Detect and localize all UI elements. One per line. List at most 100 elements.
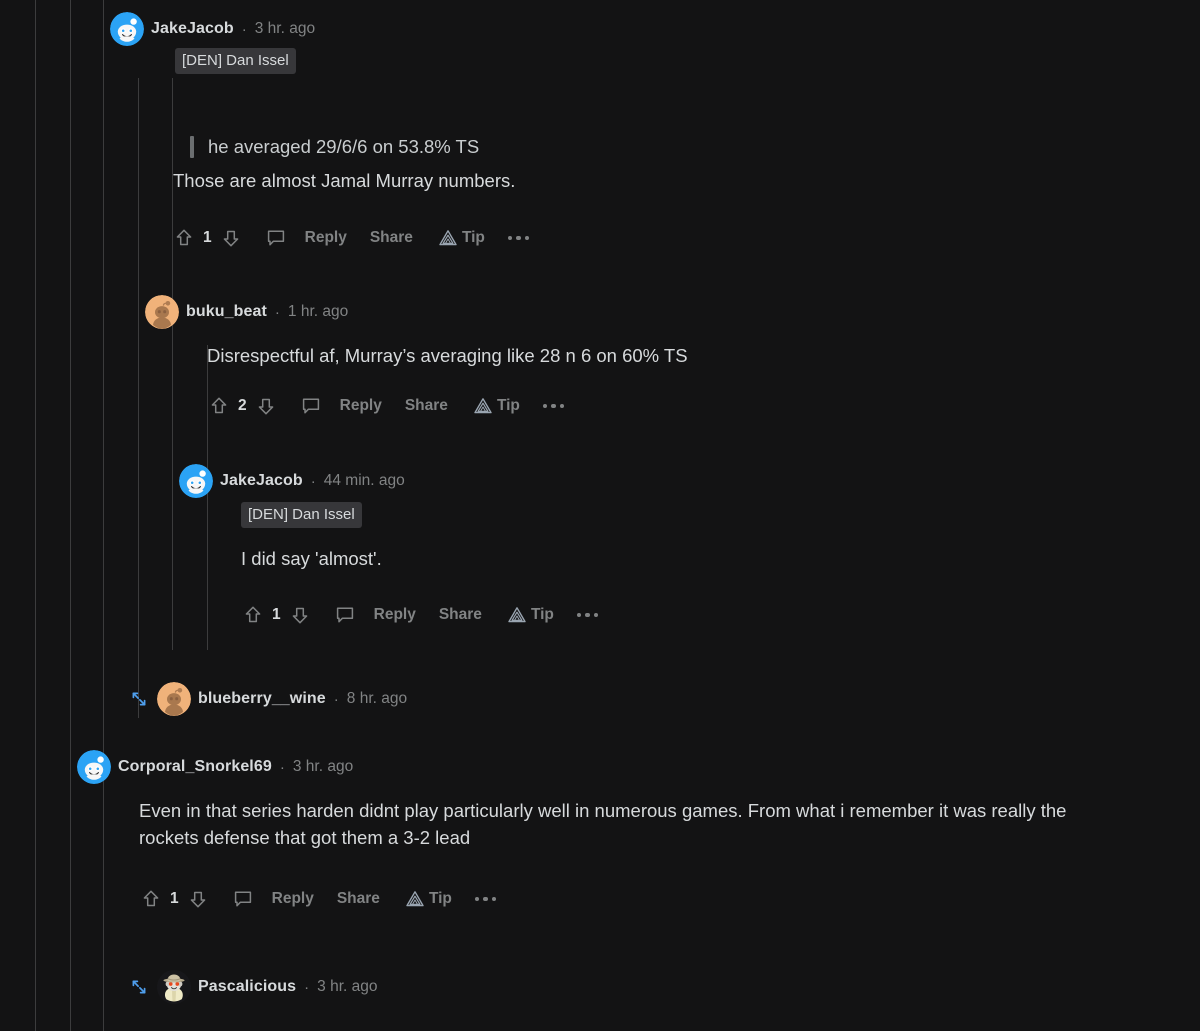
avatar[interactable] <box>110 12 144 46</box>
expand-comment-button[interactable] <box>128 688 150 710</box>
downvote-arrow-icon <box>190 891 205 908</box>
comment-thread-item: JakeJacob · 3 hr. ago [DEN] Dan Issel he… <box>110 12 1170 247</box>
comment-action-bar: 1 Reply Share Tip <box>172 224 530 252</box>
comment-author[interactable]: Corporal_Snorkel69 <box>118 758 272 776</box>
comment-author[interactable]: blueberry__wine <box>198 690 326 708</box>
separator: · <box>274 303 280 321</box>
overflow-dot <box>491 896 497 902</box>
comment-bubble-icon <box>267 230 284 246</box>
comment-timestamp: 3 hr. ago <box>254 20 316 37</box>
tip-triangle-icon <box>474 398 492 414</box>
overflow-dot <box>507 235 513 241</box>
reply-label[interactable]: Reply <box>272 890 314 908</box>
reply-label[interactable]: Reply <box>374 606 416 624</box>
vote-count: 2 <box>238 397 247 414</box>
comment-author[interactable]: buku_beat <box>186 303 267 321</box>
author-flair[interactable]: [DEN] Dan Issel <box>175 48 296 74</box>
overflow-menu-button[interactable] <box>542 403 565 409</box>
expand-comment-button[interactable] <box>128 976 150 998</box>
comment-bubble-icon <box>302 398 319 414</box>
snoo-fedora-hat-icon <box>157 970 191 1004</box>
comment-thread-item-collapsed[interactable]: blueberry__wine · 8 hr. ago <box>128 682 407 716</box>
separator: · <box>304 978 310 996</box>
thread-line-depth-2[interactable] <box>103 0 104 1031</box>
tip-label: Tip <box>428 890 452 907</box>
downvote-button[interactable] <box>254 394 278 418</box>
overflow-menu-button[interactable] <box>576 612 599 618</box>
overflow-menu-button[interactable] <box>474 896 497 902</box>
tip-triangle-icon <box>406 891 424 907</box>
tip-button[interactable]: Tip <box>505 603 554 627</box>
share-button[interactable]: Share <box>439 606 482 624</box>
overflow-dot <box>524 235 530 241</box>
downvote-button[interactable] <box>186 887 210 911</box>
comment-action-bar: 2 Reply Share Tip <box>207 392 565 420</box>
thread-line-depth-0[interactable] <box>35 0 36 1031</box>
comment-timestamp: 1 hr. ago <box>287 303 349 320</box>
downvote-button[interactable] <box>288 603 312 627</box>
comment-reply-button[interactable] <box>299 394 323 418</box>
comment-author[interactable]: JakeJacob <box>220 472 303 490</box>
avatar[interactable] <box>145 295 179 329</box>
comment-thread-item: JakeJacob · 44 min. ago [DEN] Dan Issel … <box>179 464 1169 624</box>
comment-bubble-icon <box>234 891 251 907</box>
comment-blockquote: he averaged 29/6/6 on 53.8% TS <box>190 134 1108 160</box>
upvote-button[interactable] <box>207 394 231 418</box>
comment-reply-button[interactable] <box>231 887 255 911</box>
reply-label[interactable]: Reply <box>305 229 347 247</box>
comment-thread-item: buku_beat · 1 hr. ago Disrespectful af, … <box>145 295 1165 415</box>
upvote-button[interactable] <box>139 887 163 911</box>
comment-action-bar: 1 Reply Share Tip <box>241 601 599 629</box>
comment-body: I did say 'almost'. <box>241 548 382 569</box>
comment-author[interactable]: Pascalicious <box>198 978 296 996</box>
author-flair-wrap: [DEN] Dan Issel <box>241 502 362 528</box>
comment-header: JakeJacob · 44 min. ago <box>179 464 1169 498</box>
comment-body: Disrespectful af, Murray’s averaging lik… <box>207 345 688 366</box>
overflow-menu-button[interactable] <box>507 235 530 241</box>
tip-label: Tip <box>530 606 554 623</box>
upvote-arrow-icon <box>176 229 192 246</box>
tip-triangle-icon <box>439 230 457 246</box>
upvote-arrow-icon <box>245 606 261 623</box>
reply-label[interactable]: Reply <box>340 397 382 415</box>
comment-body: Even in that series harden didnt play pa… <box>139 800 1072 848</box>
overflow-dot <box>516 235 521 241</box>
author-flair-wrap: [DEN] Dan Issel <box>175 48 296 74</box>
share-button[interactable]: Share <box>370 229 413 247</box>
overflow-dot <box>559 403 565 409</box>
downvote-arrow-icon <box>292 607 307 624</box>
comment-action-bar: 1 Reply Share Tip <box>139 885 497 913</box>
share-button[interactable]: Share <box>405 397 448 415</box>
comment-thread-item: Corporal_Snorkel69 · 3 hr. ago Even in t… <box>77 750 1167 908</box>
comment-thread-item-collapsed[interactable]: Pascalicious · 3 hr. ago <box>128 970 377 1004</box>
separator: · <box>279 758 285 776</box>
snoo-blue-helmet-icon <box>179 464 213 498</box>
vote-count: 1 <box>170 890 179 907</box>
overflow-dot <box>576 612 582 618</box>
overflow-dot <box>593 612 599 618</box>
comment-reply-button[interactable] <box>333 603 357 627</box>
comment-author[interactable]: JakeJacob <box>151 20 234 38</box>
tip-button[interactable]: Tip <box>471 394 520 418</box>
tip-label: Tip <box>461 229 485 246</box>
comment-header: buku_beat · 1 hr. ago <box>145 295 1165 329</box>
downvote-button[interactable] <box>219 226 243 250</box>
avatar[interactable] <box>157 970 191 1004</box>
upvote-button[interactable] <box>172 226 196 250</box>
comment-timestamp: 8 hr. ago <box>346 690 408 707</box>
author-flair[interactable]: [DEN] Dan Issel <box>241 502 362 528</box>
avatar[interactable] <box>179 464 213 498</box>
thread-line-depth-4[interactable] <box>172 78 173 650</box>
share-button[interactable]: Share <box>337 890 380 908</box>
avatar[interactable] <box>157 682 191 716</box>
thread-line-depth-1[interactable] <box>70 0 71 1031</box>
upvote-button[interactable] <box>241 603 265 627</box>
comment-reply-button[interactable] <box>264 226 288 250</box>
thread-line-depth-3[interactable] <box>138 78 139 718</box>
tip-button[interactable]: Tip <box>403 887 452 911</box>
upvote-arrow-icon <box>211 397 227 414</box>
comment-header: Corporal_Snorkel69 · 3 hr. ago <box>77 750 1167 784</box>
avatar[interactable] <box>77 750 111 784</box>
tip-button[interactable]: Tip <box>436 226 485 250</box>
comment-body: Those are almost Jamal Murray numbers. <box>173 170 516 191</box>
